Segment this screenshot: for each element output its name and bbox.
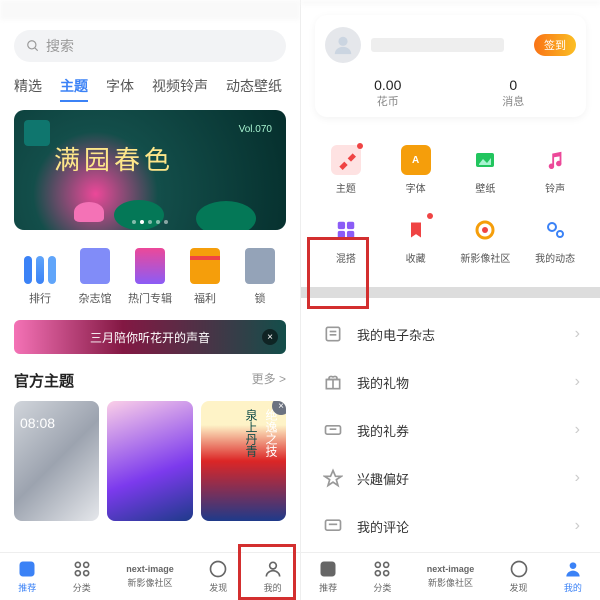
cat-gift[interactable]: 福利 [179, 248, 231, 306]
avatar[interactable] [325, 27, 361, 63]
grid-wallpaper[interactable]: 壁纸 [451, 135, 521, 205]
search-input[interactable]: 搜索 [14, 30, 286, 62]
hot-icon [135, 248, 165, 284]
username-placeholder[interactable] [371, 38, 504, 52]
screen-right: 签到 0.00 花币 0 消息 主题 A字体 壁纸 铃声 混搭 收藏 新影像社区… [300, 0, 600, 600]
list-magazine[interactable]: 我的电子杂志 [301, 310, 600, 358]
star-icon [17, 559, 37, 579]
nav-nextimage[interactable]: next-image新影像社区 [427, 564, 475, 589]
section-title: 官方主题 [14, 370, 74, 391]
grid-ring[interactable]: 铃声 [520, 135, 590, 205]
star-icon [318, 559, 338, 579]
coupon-icon [323, 420, 343, 440]
theme-row: 绝逸之技 泉上丹青 × [0, 401, 300, 521]
banner-volume: Vol.070 [239, 124, 272, 135]
top-tabs: 精选 主题 字体 视频铃声 动态壁纸 [0, 70, 300, 106]
leaf-icon [196, 201, 256, 230]
stat-message[interactable]: 0 消息 [451, 77, 577, 109]
tab-featured[interactable]: 精选 [14, 76, 42, 96]
nav-category[interactable]: 分类 [372, 559, 392, 594]
signin-badge[interactable]: 签到 [534, 34, 576, 56]
theme-card[interactable] [14, 401, 99, 521]
image-icon [470, 145, 500, 175]
book-icon [323, 324, 343, 344]
tab-font[interactable]: 字体 [106, 76, 134, 96]
gift-icon [323, 372, 343, 392]
banner-title: 满园春色 [54, 140, 174, 177]
close-icon[interactable]: × [262, 329, 278, 345]
category-row: 排行 杂志馆 热门专辑 福利 锁 [0, 240, 300, 316]
mini-banner[interactable]: 三月陪你听花开的声音 × [14, 320, 286, 354]
chat-icon [323, 516, 343, 536]
tab-ringtone[interactable]: 视频铃声 [152, 76, 208, 96]
grid-theme[interactable]: 主题 [311, 135, 381, 205]
user-header-card: 签到 0.00 花币 0 消息 [315, 15, 586, 117]
more-icon [245, 248, 275, 284]
status-bar [0, 0, 300, 20]
stat-coin[interactable]: 0.00 花币 [325, 77, 451, 109]
lotus-icon [74, 202, 104, 222]
red-dot-icon [357, 143, 363, 149]
grid-font[interactable]: A字体 [381, 135, 451, 205]
nextimage-logo: next-image [427, 564, 475, 574]
nav-nextimage[interactable]: next-image 新影像社区 [126, 564, 174, 589]
nav-recommend[interactable]: 推荐 [17, 559, 37, 594]
nextimage-logo: next-image [126, 564, 174, 574]
feed-icon [540, 215, 570, 245]
highlight-box [307, 237, 369, 309]
music-icon [540, 145, 570, 175]
cat-hot[interactable]: 热门专辑 [124, 248, 176, 306]
bookmark-icon [401, 215, 431, 245]
section-header: 官方主题 更多 > [0, 366, 300, 401]
list-coupon[interactable]: 我的礼券 [301, 406, 600, 454]
nav-recommend[interactable]: 推荐 [318, 559, 338, 594]
compass-icon [208, 559, 228, 579]
nav-discover[interactable]: 发现 [509, 559, 529, 594]
search-icon [26, 39, 40, 53]
theme-card[interactable]: 绝逸之技 泉上丹青 × [201, 401, 286, 521]
grid-icon [372, 559, 392, 579]
red-dot-icon [427, 213, 433, 219]
list-comment[interactable]: 我的评论 [301, 502, 600, 550]
grid-icon [72, 559, 92, 579]
brush-icon [331, 145, 361, 175]
grid-feed[interactable]: 我的动态 [520, 205, 590, 275]
banner-indicator [132, 220, 168, 224]
grid-fav[interactable]: 收藏 [381, 205, 451, 275]
cat-rank[interactable]: 排行 [14, 248, 66, 306]
star-icon [323, 468, 343, 488]
community-icon [470, 215, 500, 245]
nav-my[interactable]: 我的 [563, 559, 583, 594]
banner-badge-icon [24, 120, 50, 146]
list-pref[interactable]: 兴趣偏好 [301, 454, 600, 502]
user-icon [563, 559, 583, 579]
nav-category[interactable]: 分类 [72, 559, 92, 594]
search-placeholder: 搜索 [46, 36, 74, 56]
grid-community[interactable]: 新影像社区 [451, 205, 521, 275]
nav-discover[interactable]: 发现 [208, 559, 228, 594]
cat-more[interactable]: 锁 [234, 248, 286, 306]
rank-icon [36, 256, 44, 284]
user-icon [332, 34, 354, 56]
status-bar [301, 0, 600, 5]
mini-banner-text: 三月陪你听花开的声音 [90, 329, 210, 346]
theme-card[interactable] [107, 401, 192, 521]
hero-banner[interactable]: Vol.070 满园春色 [14, 110, 286, 230]
font-icon: A [401, 145, 431, 175]
screen-left: 搜索 精选 主题 字体 视频铃声 动态壁纸 Vol.070 满园春色 排行 杂志… [0, 0, 300, 600]
section-more[interactable]: 更多 > [252, 370, 286, 391]
tab-livewall[interactable]: 动态壁纸 [226, 76, 282, 96]
bottom-nav: 推荐 分类 next-image新影像社区 发现 我的 [301, 552, 600, 600]
list-gift[interactable]: 我的礼物 [301, 358, 600, 406]
highlight-box [238, 544, 296, 600]
compass-icon [509, 559, 529, 579]
leaf-icon [114, 200, 164, 230]
magazine-icon [80, 248, 110, 284]
tab-theme[interactable]: 主题 [60, 76, 88, 96]
gift-icon [190, 248, 220, 284]
cat-magazine[interactable]: 杂志馆 [69, 248, 121, 306]
